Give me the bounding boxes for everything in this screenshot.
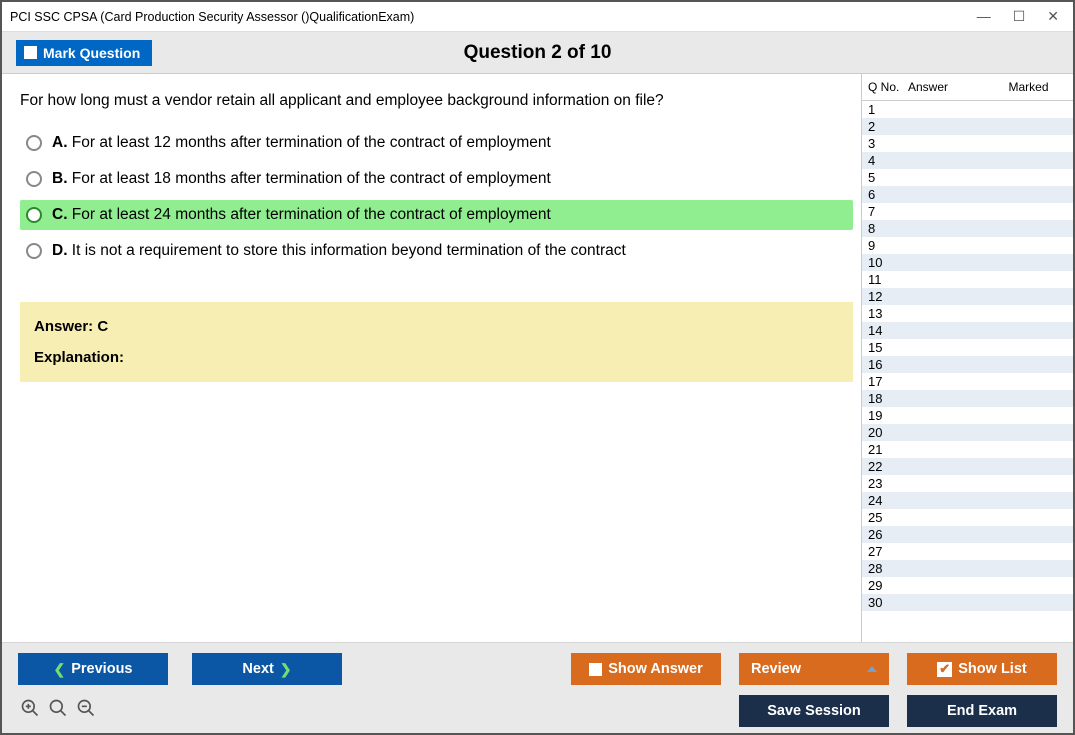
chevron-left-icon: ❮	[54, 661, 66, 678]
show-list-button[interactable]: ✔ Show List	[907, 653, 1057, 685]
answer-choice[interactable]: D. It is not a requirement to store this…	[20, 236, 853, 266]
question-list[interactable]: 1234567891011121314151617181920212223242…	[862, 101, 1073, 642]
end-exam-button[interactable]: End Exam	[907, 695, 1057, 727]
mark-question-label: Mark Question	[43, 45, 140, 61]
checkbox-checked-icon: ✔	[937, 662, 952, 677]
radio-icon	[26, 207, 42, 223]
radio-icon	[26, 135, 42, 151]
chevron-right-icon: ❯	[280, 661, 292, 678]
question-list-row[interactable]: 13	[862, 305, 1073, 322]
question-list-row[interactable]: 26	[862, 526, 1073, 543]
answer-label: Answer: C	[34, 318, 839, 335]
checkbox-icon	[24, 46, 37, 59]
col-marked: Marked	[988, 80, 1069, 94]
question-list-row[interactable]: 17	[862, 373, 1073, 390]
checkbox-icon	[589, 663, 602, 676]
question-list-row[interactable]: 21	[862, 441, 1073, 458]
question-list-row[interactable]: 3	[862, 135, 1073, 152]
question-list-header: Q No. Answer Marked	[862, 74, 1073, 101]
explanation-label: Explanation:	[34, 349, 839, 366]
question-area: For how long must a vendor retain all ap…	[2, 74, 861, 642]
question-list-row[interactable]: 2	[862, 118, 1073, 135]
col-answer: Answer	[908, 80, 988, 94]
radio-icon	[26, 243, 42, 259]
header-bar: Mark Question Question 2 of 10	[2, 32, 1073, 74]
question-list-row[interactable]: 14	[862, 322, 1073, 339]
question-list-row[interactable]: 28	[862, 560, 1073, 577]
save-session-button[interactable]: Save Session	[739, 695, 889, 727]
question-list-row[interactable]: 24	[862, 492, 1073, 509]
previous-button[interactable]: ❮ Previous	[18, 653, 168, 685]
question-list-row[interactable]: 20	[862, 424, 1073, 441]
maximize-icon[interactable]: ☐	[1013, 8, 1026, 25]
zoom-in-icon[interactable]	[20, 698, 40, 724]
close-icon[interactable]: ✕	[1047, 8, 1059, 25]
question-list-row[interactable]: 22	[862, 458, 1073, 475]
question-text: For how long must a vendor retain all ap…	[20, 92, 853, 110]
question-list-row[interactable]: 23	[862, 475, 1073, 492]
question-list-row[interactable]: 10	[862, 254, 1073, 271]
triangle-up-icon	[867, 666, 877, 672]
answer-choice[interactable]: C. For at least 24 months after terminat…	[20, 200, 853, 230]
question-list-row[interactable]: 6	[862, 186, 1073, 203]
question-list-row[interactable]: 25	[862, 509, 1073, 526]
question-list-row[interactable]: 18	[862, 390, 1073, 407]
question-list-row[interactable]: 27	[862, 543, 1073, 560]
review-button[interactable]: Review	[739, 653, 889, 685]
question-counter: Question 2 of 10	[2, 42, 1073, 64]
choice-text: C. For at least 24 months after terminat…	[52, 206, 551, 224]
answer-choice[interactable]: B. For at least 18 months after terminat…	[20, 164, 853, 194]
question-list-row[interactable]: 7	[862, 203, 1073, 220]
question-list-row[interactable]: 16	[862, 356, 1073, 373]
window-title: PCI SSC CPSA (Card Production Security A…	[10, 10, 414, 24]
answer-box: Answer: C Explanation:	[20, 302, 853, 382]
col-qno: Q No.	[868, 80, 908, 94]
minimize-icon[interactable]: —	[977, 8, 991, 25]
question-list-row[interactable]: 30	[862, 594, 1073, 611]
question-list-row[interactable]: 11	[862, 271, 1073, 288]
zoom-reset-icon[interactable]	[48, 698, 68, 724]
question-list-row[interactable]: 5	[862, 169, 1073, 186]
question-list-row[interactable]: 12	[862, 288, 1073, 305]
titlebar: PCI SSC CPSA (Card Production Security A…	[2, 2, 1073, 32]
bottom-bar: ❮ Previous Next ❯ Show Answer Review ✔ S…	[2, 643, 1073, 733]
app-window: PCI SSC CPSA (Card Production Security A…	[0, 0, 1075, 735]
question-list-row[interactable]: 1	[862, 101, 1073, 118]
question-list-row[interactable]: 8	[862, 220, 1073, 237]
question-list-row[interactable]: 29	[862, 577, 1073, 594]
question-list-row[interactable]: 19	[862, 407, 1073, 424]
choice-text: D. It is not a requirement to store this…	[52, 242, 626, 260]
question-list-panel: Q No. Answer Marked 12345678910111213141…	[861, 74, 1073, 642]
show-answer-button[interactable]: Show Answer	[571, 653, 721, 685]
choice-text: A. For at least 12 months after terminat…	[52, 134, 551, 152]
question-list-row[interactable]: 4	[862, 152, 1073, 169]
question-list-row[interactable]: 9	[862, 237, 1073, 254]
answer-choice[interactable]: A. For at least 12 months after terminat…	[20, 128, 853, 158]
radio-icon	[26, 171, 42, 187]
question-list-row[interactable]: 15	[862, 339, 1073, 356]
choice-text: B. For at least 18 months after terminat…	[52, 170, 551, 188]
zoom-out-icon[interactable]	[76, 698, 96, 724]
mark-question-button[interactable]: Mark Question	[16, 40, 152, 66]
next-button[interactable]: Next ❯	[192, 653, 342, 685]
